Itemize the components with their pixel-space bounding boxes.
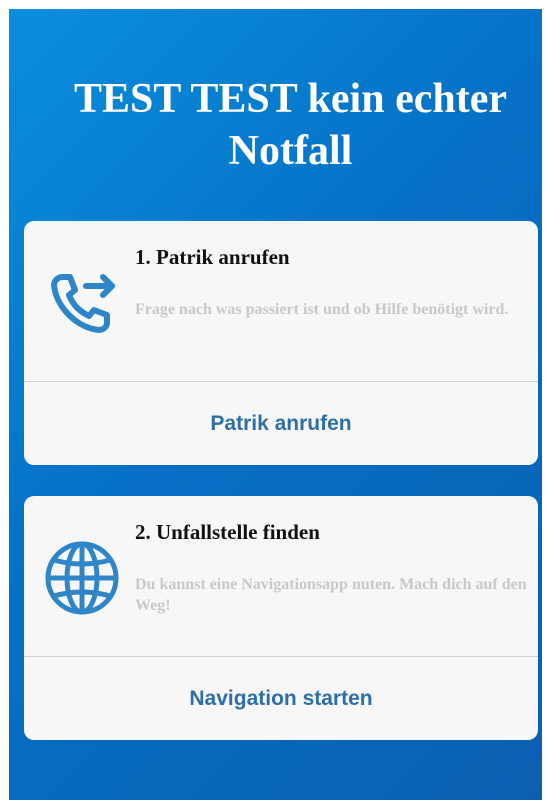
phone-forward-icon <box>51 274 115 333</box>
call-card-body: 1. Patrik anrufen Frage nach was passier… <box>24 221 538 381</box>
card-title: 1. Patrik anrufen <box>135 245 290 269</box>
call-card: 1. Patrik anrufen Frage nach was passier… <box>24 221 538 465</box>
location-card: 2. Unfallstelle finden Du kannst eine Na… <box>24 496 538 740</box>
globe-icon <box>45 541 119 615</box>
page-title: TEST TEST kein echter Notfall <box>74 76 507 174</box>
card-title: 2. Unfallstelle finden <box>135 520 320 544</box>
card-description: Frage nach was passiert ist und ob Hilfe… <box>135 301 509 318</box>
location-card-body: 2. Unfallstelle finden Du kannst eine Na… <box>24 496 538 656</box>
start-navigation-button[interactable]: Navigation starten <box>24 657 538 740</box>
emergency-screen: TEST TEST kein echter Notfall 1. Patrik … <box>9 9 542 800</box>
call-patrik-button[interactable]: Patrik anrufen <box>24 382 538 465</box>
card-description: Du kannst eine Navigationsapp nuten. Mac… <box>135 576 527 614</box>
